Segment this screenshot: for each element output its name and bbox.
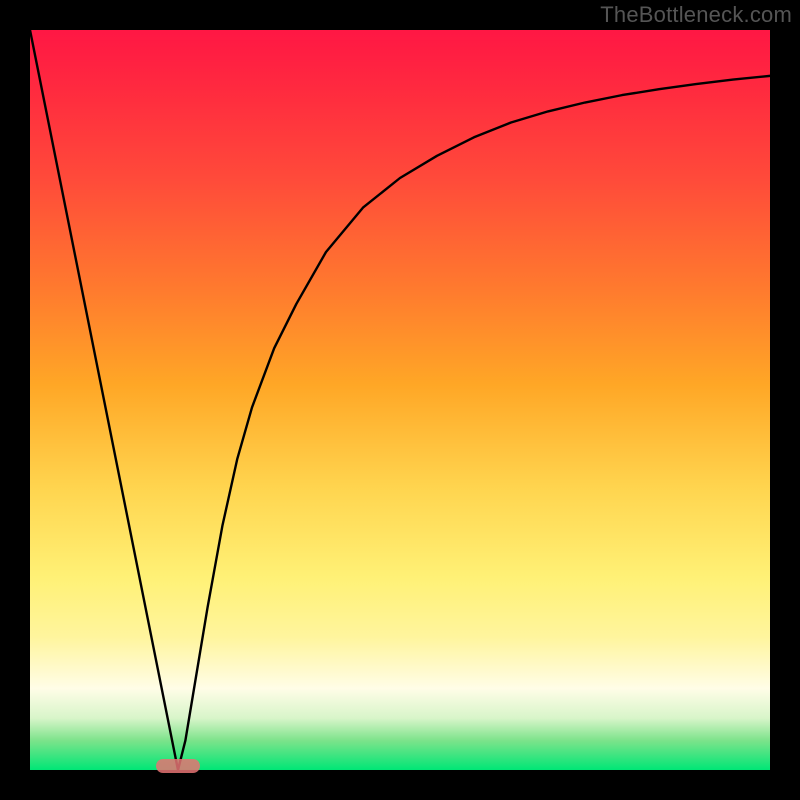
curve-layer (30, 30, 770, 770)
chart-frame: TheBottleneck.com (0, 0, 800, 800)
watermark-text: TheBottleneck.com (600, 2, 792, 28)
bottleneck-curve (30, 30, 770, 770)
plot-area (30, 30, 770, 770)
minimum-marker (156, 759, 200, 773)
